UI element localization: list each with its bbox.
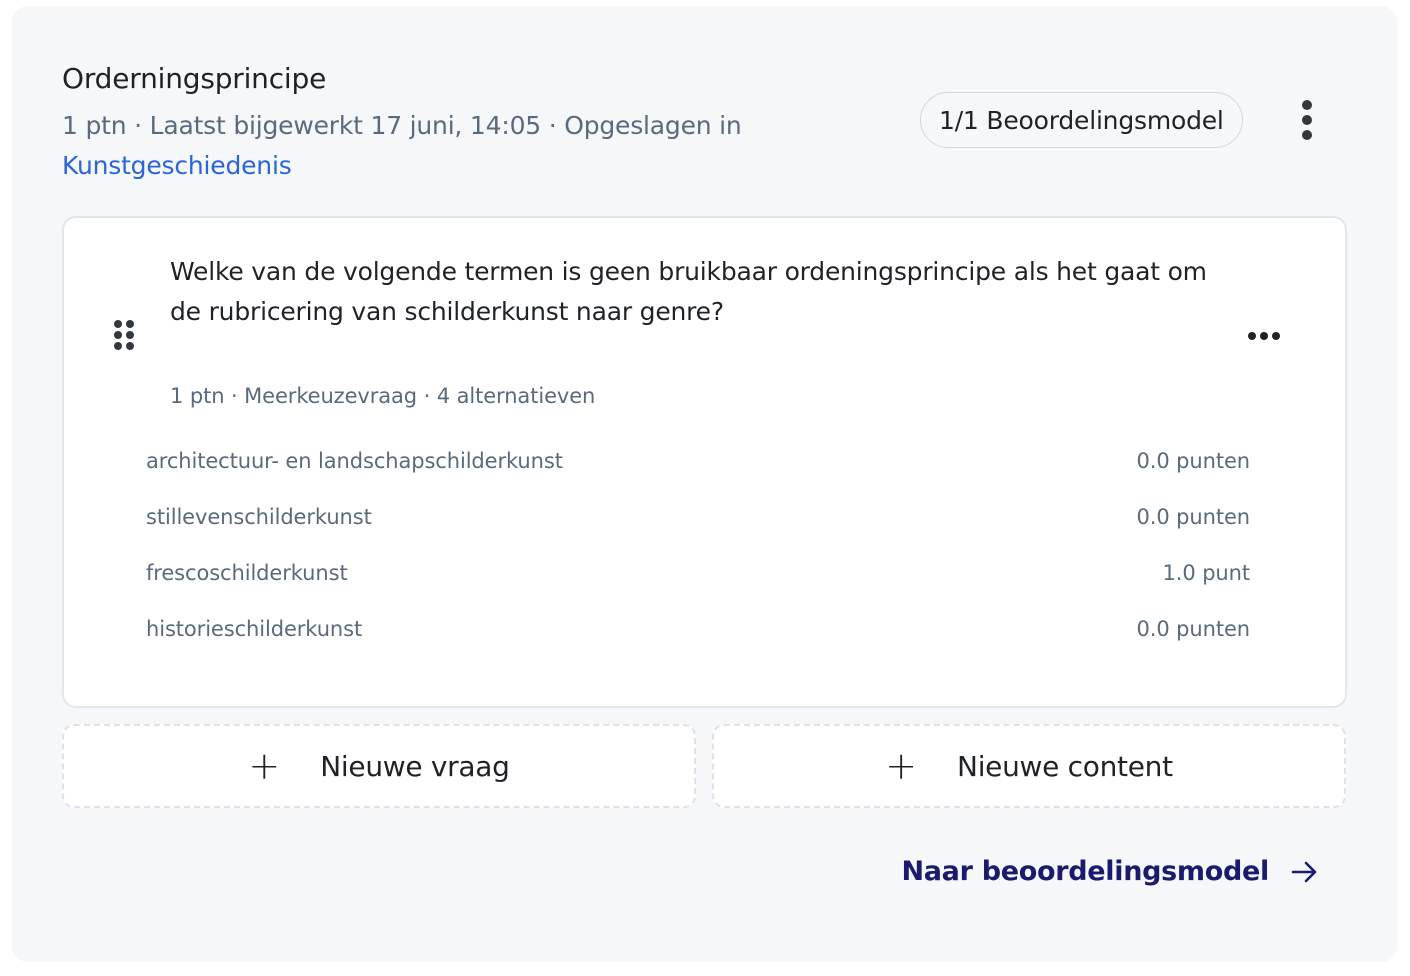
alternative-points: 1.0 punt — [1162, 561, 1251, 585]
group-meta: 1 ptn · Laatst bijgewerkt 17 juni, 14:05… — [62, 106, 782, 186]
alternative-points: 0.0 punten — [1136, 449, 1251, 473]
list-item: historieschilderkunst 0.0 punten — [146, 612, 1250, 646]
alternative-points: 0.0 punten — [1136, 505, 1251, 529]
arrow-right-icon — [1291, 861, 1317, 882]
page-title: Orderningsprincipe — [62, 62, 327, 95]
list-item: frescoschilderkunst 1.0 punt — [146, 556, 1250, 590]
question-card: Welke van de volgende termen is geen bru… — [62, 216, 1347, 708]
group-meta-text: 1 ptn · Laatst bijgewerkt 17 juni, 14:05… — [62, 111, 742, 140]
to-rubric-label: Naar beoordelingsmodel — [901, 856, 1269, 887]
folder-link[interactable]: Kunstgeschiedenis — [62, 151, 292, 180]
plus-icon: + — [248, 744, 281, 788]
question-meta: 1 ptn · Meerkeuzevraag · 4 alternatieven — [170, 384, 596, 408]
new-content-label: Nieuwe content — [957, 749, 1173, 783]
question-text: Welke van de volgende termen is geen bru… — [170, 257, 1207, 326]
rubric-badge[interactable]: 1/1 Beoordelingsmodel — [920, 92, 1243, 148]
to-rubric-link[interactable]: Naar beoordelingsmodel — [901, 856, 1319, 887]
horizontal-dots-icon[interactable] — [1248, 332, 1284, 342]
new-question-button[interactable]: + Nieuwe vraag — [62, 724, 696, 808]
alternative-label: historieschilderkunst — [146, 617, 363, 641]
new-content-button[interactable]: + Nieuwe content — [712, 724, 1346, 808]
drag-handle-icon[interactable] — [114, 320, 136, 352]
new-question-label: Nieuwe vraag — [320, 749, 510, 783]
alternative-points: 0.0 punten — [1136, 617, 1251, 641]
alternative-label: stillevenschilderkunst — [146, 505, 372, 529]
alternative-label: frescoschilderkunst — [146, 561, 348, 585]
alternative-label: architectuur- en landschapschilderkunst — [146, 449, 563, 473]
question-group-panel: Orderningsprincipe 1 ptn · Laatst bijgew… — [12, 6, 1397, 962]
list-item: architectuur- en landschapschilderkunst … — [146, 444, 1250, 478]
list-item: stillevenschilderkunst 0.0 punten — [146, 500, 1250, 534]
plus-icon: + — [885, 744, 918, 788]
vertical-dots-icon[interactable] — [1294, 100, 1320, 140]
